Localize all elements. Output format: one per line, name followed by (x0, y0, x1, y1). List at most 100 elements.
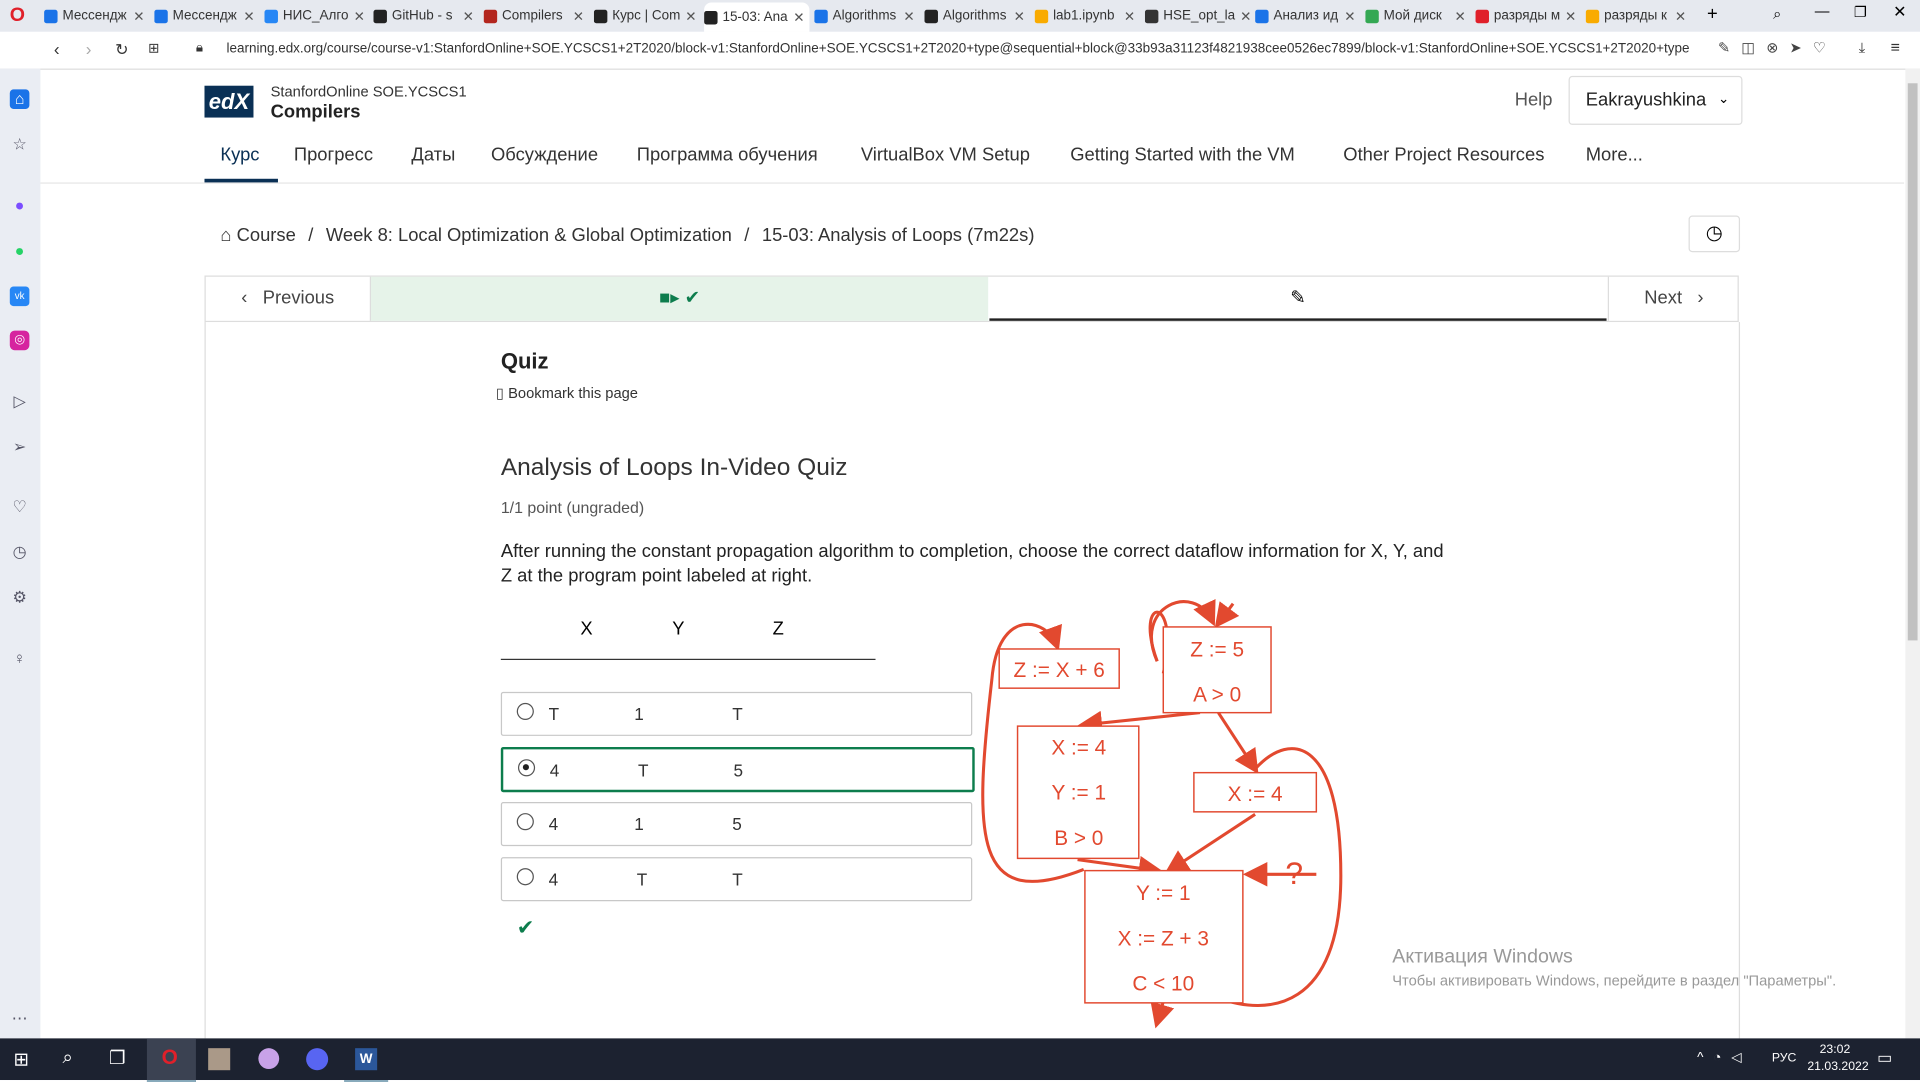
close-tab-icon[interactable]: ✕ (1675, 8, 1691, 24)
messenger-icon[interactable]: ● (10, 196, 30, 216)
opera-logo-icon[interactable]: O (10, 5, 25, 27)
home-icon[interactable]: ⌂ (9, 89, 30, 109)
toolbar-icons[interactable]: ✎◫⊗➤♡ (1718, 39, 1837, 56)
more-icon[interactable]: ⋯ (10, 1009, 30, 1029)
nav-tab[interactable]: Курс (220, 144, 259, 165)
nav-tab[interactable]: Getting Started with the VM (1070, 144, 1295, 165)
browser-tab[interactable]: Анализ ид ✕ (1255, 4, 1360, 28)
download-icon[interactable]: ⤓ (1859, 39, 1866, 57)
radio-button[interactable] (516, 813, 534, 831)
nav-tab[interactable]: Программа обучения (637, 144, 818, 165)
scrollbar[interactable] (1905, 68, 1920, 1039)
answer-option[interactable]: 4 T 5 (500, 746, 975, 793)
close-tab-icon[interactable]: ✕ (1014, 8, 1030, 24)
browser-tab[interactable]: 15-03: Ana ✕ (704, 2, 810, 32)
url-field[interactable]: learning.edx.org/course/course-v1:Stanfo… (227, 42, 1706, 57)
close-window-button[interactable]: ✕ (1893, 2, 1906, 22)
browser-tab[interactable]: разряды м ✕ (1475, 4, 1581, 28)
vk-icon[interactable]: vk (9, 286, 30, 307)
nav-tab[interactable]: Даты (411, 144, 455, 165)
clock-date[interactable]: 21.03.2022 (1807, 1060, 1868, 1073)
close-tab-icon[interactable]: ✕ (243, 8, 259, 24)
app-icon-2[interactable] (258, 1048, 280, 1069)
browser-tab[interactable]: Compilers ✕ (483, 4, 589, 28)
next-button[interactable]: Next › (1607, 276, 1739, 321)
browser-tab[interactable]: HSE_opt_la✕ (1144, 4, 1250, 28)
browser-tab[interactable]: Мой диск ✕ (1365, 4, 1470, 28)
browser-tab[interactable]: НИС_Алго ✕ (264, 4, 369, 28)
close-tab-icon[interactable]: ✕ (1240, 8, 1250, 24)
speed-dial-icon[interactable]: ⊞ (148, 40, 159, 57)
reload-icon[interactable]: ↻ (115, 40, 128, 60)
notification-center-icon[interactable]: ▭ (1877, 1048, 1892, 1068)
close-tab-icon[interactable]: ✕ (133, 8, 149, 24)
close-tab-icon[interactable]: ✕ (1565, 8, 1581, 24)
nav-tab[interactable]: VirtualBox VM Setup (861, 144, 1030, 165)
answer-option[interactable]: 4 1 5 (500, 802, 973, 847)
new-tab-button[interactable]: + (1707, 4, 1718, 25)
start-icon[interactable]: ⊞ (13, 1048, 28, 1070)
settings-icon[interactable]: ⚙ (10, 588, 30, 608)
app-icon[interactable] (208, 1048, 231, 1071)
close-tab-icon[interactable]: ✕ (573, 8, 589, 24)
browser-tab[interactable]: GitHub - s ✕ (373, 4, 478, 28)
history-icon[interactable]: ◷ (10, 542, 30, 562)
close-tab-icon[interactable]: ✕ (354, 8, 370, 24)
notifications-button[interactable]: ◷ (1688, 215, 1741, 253)
taskbar-opera[interactable]: O (146, 1038, 196, 1082)
browser-tab[interactable]: Курс | Com ✕ (593, 4, 699, 28)
browser-tab[interactable]: Algorithms ✕ (924, 4, 1029, 28)
whatsapp-icon[interactable]: ● (10, 241, 30, 261)
radio-button[interactable] (516, 868, 534, 886)
language-indicator[interactable]: РУС (1772, 1052, 1797, 1065)
edx-logo[interactable]: edX (204, 85, 254, 118)
nav-tab[interactable]: Other Project Resources (1343, 144, 1544, 165)
radio-button[interactable] (516, 702, 534, 721)
user-menu[interactable]: Eakrayushkina ⌄ (1568, 75, 1743, 125)
back-icon[interactable]: ‹ (54, 39, 60, 59)
bookmark-button[interactable]: ▯ Bookmark this page (496, 384, 638, 401)
browser-tab[interactable]: разряды к ✕ (1585, 4, 1691, 28)
minimize-button[interactable]: — (1815, 2, 1830, 19)
send-icon[interactable]: ➢ (10, 437, 30, 457)
task-view-icon[interactable]: ❐ (109, 1047, 125, 1069)
close-tab-icon[interactable]: ✕ (1454, 8, 1470, 24)
close-tab-icon[interactable]: ✕ (463, 8, 479, 24)
browser-tab[interactable]: lab1.ipynb ✕ (1034, 4, 1140, 28)
forward-icon[interactable]: › (86, 39, 92, 59)
nav-tab[interactable]: Обсуждение (491, 144, 598, 165)
clock-time[interactable]: 23:02 (1820, 1043, 1851, 1056)
breadcrumb-week[interactable]: Week 8: Local Optimization & Global Opti… (326, 225, 732, 246)
star-icon[interactable]: ☆ (10, 135, 30, 155)
previous-button[interactable]: ‹ Previous (206, 276, 372, 321)
help-link[interactable]: Help (1515, 89, 1553, 110)
browser-tab[interactable]: Мессендж ✕ (154, 4, 259, 28)
close-tab-icon[interactable]: ✕ (793, 9, 809, 25)
close-tab-icon[interactable]: ✕ (1124, 8, 1140, 24)
breadcrumb-course[interactable]: Course (237, 225, 296, 246)
discord-icon[interactable] (306, 1048, 329, 1071)
answer-option[interactable]: T 1 T (500, 691, 973, 736)
heart-icon[interactable]: ♡ (10, 497, 30, 517)
restore-button[interactable]: ❐ (1854, 4, 1867, 21)
answer-option[interactable]: 4 T T (500, 857, 973, 902)
tray-icons[interactable]: ^◔◁ (1697, 1049, 1751, 1066)
menu-icon[interactable]: ≡ (1891, 38, 1900, 56)
search-icon[interactable]: ⌕ (62, 1047, 72, 1068)
unit-problem-tab[interactable]: ✎ (989, 277, 1607, 321)
browser-tab[interactable]: Algorithms ✕ (814, 4, 919, 28)
unit-video-tab[interactable]: ■▸ ✔ (371, 276, 989, 321)
nav-tab[interactable]: Прогресс (294, 144, 373, 165)
close-tab-icon[interactable]: ✕ (903, 8, 919, 24)
radio-button[interactable] (517, 759, 536, 777)
lightbulb-icon[interactable]: ♀ (10, 649, 30, 669)
taskbar-word[interactable]: W (344, 1038, 389, 1082)
close-tab-icon[interactable]: ✕ (1344, 8, 1360, 24)
scrollbar-thumb[interactable] (1907, 83, 1918, 641)
nav-tab[interactable]: More... (1586, 144, 1643, 165)
close-tab-icon[interactable]: ✕ (685, 8, 699, 24)
player-icon[interactable]: ▷ (10, 392, 30, 412)
browser-tab[interactable]: Мессендж ✕ (44, 4, 149, 28)
search-tabs-icon[interactable]: ⌕ (1773, 5, 1781, 23)
instagram-icon[interactable]: ◎ (9, 330, 30, 351)
